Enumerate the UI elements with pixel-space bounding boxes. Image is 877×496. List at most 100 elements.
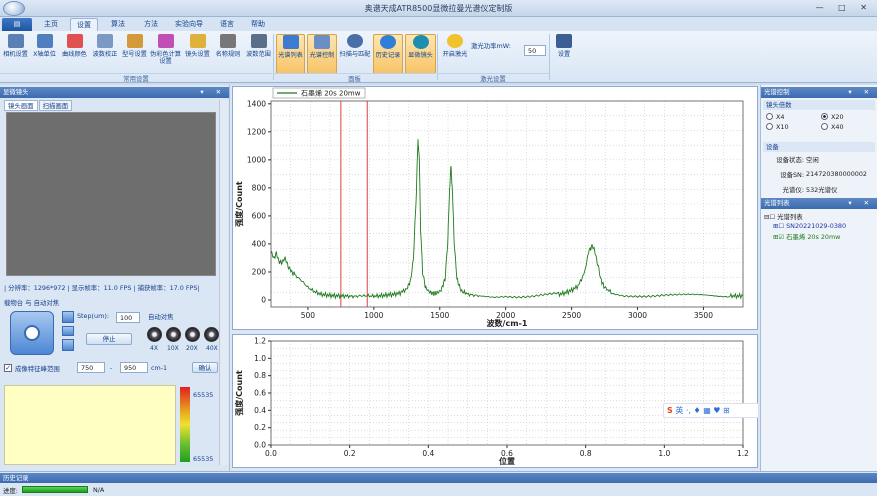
x-tick-label: 0.8: [580, 449, 592, 458]
autofocus-label: 自动对焦: [148, 313, 174, 321]
ribbon-button-label: 历史记录: [375, 52, 401, 59]
progress-text: N/A: [93, 486, 105, 494]
tree-node-device[interactable]: ⊞☐ SN20221029-0380: [773, 222, 846, 230]
tab-6[interactable]: 语言: [216, 18, 238, 31]
imaging-range-label: 成像特征峰范围: [15, 365, 60, 373]
spectrum-list-button[interactable]: 光谱列表: [276, 34, 305, 74]
position-plot[interactable]: 0.0 0.2 0.4 0.6 0.8 1.0 1.2 0.0 0.2 0.4 0.6 0.8 1.0 1…: [232, 334, 758, 468]
y-tick-label: 0: [261, 295, 266, 304]
stop-button[interactable]: 停止: [86, 333, 132, 345]
ime-status[interactable]: 英 ·, ♦ ▦ ♥ ⊞: [675, 406, 729, 415]
name-rule-button[interactable]: 名称规则: [214, 34, 242, 74]
tab-scan-view[interactable]: 扫描画面: [38, 100, 73, 111]
history-button[interactable]: 历史记录: [373, 34, 403, 74]
pseudo-color-image[interactable]: [4, 385, 176, 465]
ribbon-button-label: 伪彩色计算设置: [150, 51, 181, 65]
spectrum-control-button[interactable]: 光谱控制: [307, 34, 337, 74]
tab-5[interactable]: 实验向导: [170, 18, 208, 31]
device-key: 光谱仪:: [782, 186, 804, 194]
y-tick-label: 1.2: [254, 337, 266, 346]
confirm-button[interactable]: 确认: [192, 362, 218, 373]
x-tick-label: 1500: [430, 311, 449, 320]
lens-40x-label: 40X: [206, 345, 218, 352]
y-tick-label: 200: [252, 267, 267, 276]
model-settings-button[interactable]: 型号设置: [121, 34, 148, 74]
wavenumber-range-button[interactable]: 波数范围: [244, 34, 273, 74]
ribbon-button-label: 显微镜头: [408, 52, 433, 59]
lens-radio-x40[interactable]: X40: [821, 123, 844, 131]
z-up-arrow-icon[interactable]: [62, 311, 74, 323]
left-panel-scrollbar[interactable]: [219, 100, 228, 465]
stage-center-icon[interactable]: [24, 325, 40, 341]
tab-3[interactable]: 算法: [105, 18, 131, 31]
lens-radio-x4[interactable]: X4: [766, 113, 784, 121]
microscope-button[interactable]: 显微镜头: [405, 34, 436, 74]
lens-radio-x10[interactable]: X10: [766, 123, 789, 131]
curve-color-button[interactable]: 曲线颜色: [60, 34, 89, 74]
spectrum-control-icon: [314, 35, 330, 49]
history-panel-header[interactable]: 历史记录: [0, 473, 877, 483]
camera-view[interactable]: [6, 112, 216, 276]
ribbon-button-label: 波数范围: [246, 51, 271, 58]
sogou-icon[interactable]: S: [667, 406, 673, 415]
pseudo-color-button[interactable]: 伪彩色计算设置: [150, 34, 181, 74]
panel-pin-close-icon[interactable]: ▾ ✕: [200, 87, 226, 97]
ribbon-button-label: 曲线颜色: [62, 51, 87, 58]
ribbon: 激光功率mW: 50 相机设置 X轴单位 曲线颜色 波数校正 型号设置 伪彩色计算设置 镜头…: [0, 31, 877, 83]
device-key: 设备SN:: [780, 171, 804, 179]
device-section-header: 设备: [763, 142, 875, 152]
curve-color-icon: [66, 34, 83, 48]
panel-pin-close-icon[interactable]: ▾ ✕: [848, 198, 874, 208]
y-tick-label: 1400: [247, 99, 266, 108]
lens-settings-button[interactable]: 镜头设置: [183, 34, 212, 74]
ribbon-button-label: 光谱列表: [278, 52, 303, 59]
lens-20x-icon[interactable]: [185, 327, 200, 342]
x-axis-label: 波数/cm-1: [487, 318, 528, 328]
lens-40x-icon[interactable]: [204, 327, 219, 342]
lens-radio-x20[interactable]: X20: [821, 113, 844, 121]
ime-toolbar[interactable]: S 英 ·, ♦ ▦ ♥ ⊞: [663, 403, 759, 418]
camera-button[interactable]: 相机设置: [2, 34, 29, 74]
radio-icon: [821, 123, 828, 130]
z-home-icon[interactable]: [62, 326, 74, 336]
range-unit: cm-1: [151, 364, 168, 372]
tab-1[interactable]: 主页: [38, 18, 64, 31]
tree-leaf-label: 石墨烯 20s 20mw: [786, 233, 841, 241]
device-value: 空闲: [806, 156, 819, 164]
laser-power-label: 激光功率mW:: [471, 42, 511, 50]
stage-header: 载物台 与 自动对焦: [4, 299, 60, 307]
z-down-arrow-icon[interactable]: [62, 339, 74, 351]
tree-root[interactable]: ⊟☐ 光谱列表: [764, 212, 803, 221]
tab-4[interactable]: 方法: [138, 18, 164, 31]
ribbon-separator: [273, 34, 274, 80]
laser-icon: [447, 34, 463, 48]
range-from-input[interactable]: 750: [77, 362, 105, 373]
window-controls[interactable]: — □ ✕: [816, 3, 873, 12]
scan-match-button[interactable]: 扫描与匹配: [339, 34, 371, 74]
position-chart[interactable]: 0.0 0.2 0.4 0.6 0.8 1.0 1.20.00.20.40.60.81.01…: [233, 335, 757, 467]
laser-power-input[interactable]: 50: [524, 45, 546, 56]
spectrum-chart[interactable]: 500 1000 1500 2000 2500 3000 35000200400600800…: [233, 87, 757, 329]
tab-7[interactable]: 帮助: [246, 18, 270, 31]
ribbon-button-label: 相机设置: [3, 51, 28, 58]
range-to-input[interactable]: 950: [120, 362, 148, 373]
laser-button[interactable]: 开启激光: [440, 34, 470, 74]
settings-save-button[interactable]: 设置: [552, 34, 576, 74]
device-value: 214720380000002: [806, 170, 867, 178]
spectrum-plot[interactable]: 500 1000 1500 2000 2500 3000 3500 0 200 400 600 800…: [232, 86, 758, 330]
tab-2[interactable]: 设置: [70, 18, 98, 31]
tab-lens-view[interactable]: 镜头画面: [4, 100, 38, 111]
lens-10x-icon[interactable]: [166, 327, 181, 342]
step-input[interactable]: 100: [116, 312, 140, 323]
spectrum-list-icon: [282, 35, 299, 49]
ribbon-button-label: 设置: [557, 51, 571, 58]
panel-pin-close-icon[interactable]: ▾ ✕: [848, 87, 874, 97]
axis-unit-button[interactable]: X轴单位: [31, 34, 58, 74]
lens-4x-icon[interactable]: [147, 327, 162, 342]
ribbon-button-label: 镜头设置: [185, 51, 210, 58]
wavenumber-correct-button[interactable]: 波数校正: [91, 34, 119, 74]
file-menu-icon[interactable]: ▤: [2, 18, 32, 31]
imaging-checkbox[interactable]: ✓: [4, 364, 12, 372]
tree-leaf-spectrum[interactable]: ⊞☑ 石墨烯 20s 20mw: [773, 232, 840, 241]
legend-label: 石墨烯 20s 20mw: [301, 89, 361, 98]
